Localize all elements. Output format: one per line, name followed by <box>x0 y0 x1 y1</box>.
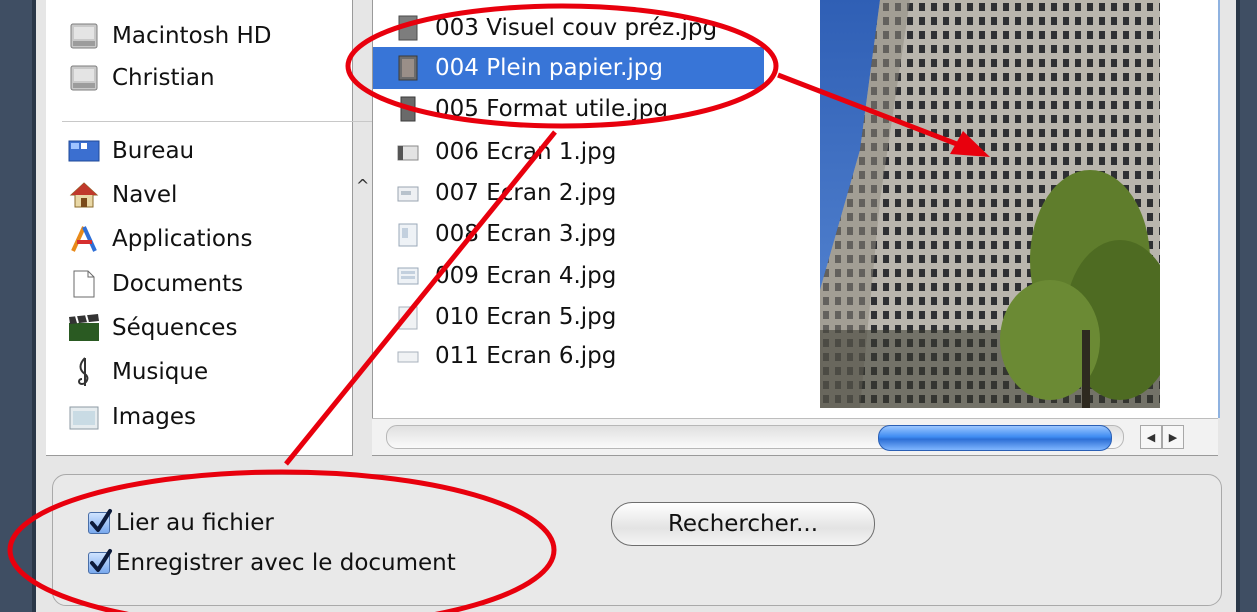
file-name: 005 Format utile.jpg <box>435 96 668 122</box>
window-frame-right-edge <box>1236 0 1240 612</box>
link-to-file-checkbox[interactable] <box>88 509 112 534</box>
sidebar-item-macintosh-hd[interactable]: Macintosh HD <box>66 17 272 55</box>
image-file-icon <box>397 267 419 285</box>
save-with-document-checkbox[interactable] <box>88 549 112 574</box>
sidebar-item-musique[interactable]: Musique <box>66 353 208 391</box>
file-row[interactable]: 011 Ecran 6.jpg <box>373 335 765 377</box>
file-name: 010 Ecran 5.jpg <box>435 304 617 330</box>
file-name: 007 Ecran 2.jpg <box>435 180 617 206</box>
scrollbar-thumb[interactable] <box>878 425 1112 451</box>
sidebar-item-applications[interactable]: Applications <box>66 220 253 258</box>
file-name: 009 Ecran 4.jpg <box>435 263 617 289</box>
hard-drive-icon <box>66 21 102 51</box>
file-list-column: 003 Visuel couv préz.jpg 004 Plein papie… <box>372 0 766 418</box>
image-file-icon <box>398 15 418 41</box>
image-file-icon <box>397 145 419 161</box>
image-file-icon <box>400 96 416 122</box>
image-file-icon <box>398 223 418 247</box>
window-frame-left <box>0 0 36 612</box>
image-file-icon <box>398 306 418 330</box>
file-name: 006 Ecran 1.jpg <box>435 139 617 165</box>
link-to-file-label: Lier au fichier <box>116 510 274 536</box>
image-file-icon <box>397 351 419 363</box>
file-row[interactable]: 006 Ecran 1.jpg <box>373 131 765 173</box>
file-row[interactable]: 010 Ecran 5.jpg <box>373 296 765 338</box>
file-name: 008 Ecran 3.jpg <box>435 221 617 247</box>
sidebar-item-label: Documents <box>112 271 244 297</box>
save-with-document-label: Enregistrer avec le document <box>116 550 456 576</box>
sidebar-item-sequences[interactable]: Séquences <box>66 309 237 347</box>
checkmark-icon <box>90 509 112 532</box>
sidebar-item-label: Christian <box>112 65 215 91</box>
file-row[interactable]: 007 Ecran 2.jpg <box>373 172 765 214</box>
home-icon <box>66 180 102 210</box>
sidebar: Macintosh HD Christian Bureau Navel Appl… <box>46 0 382 456</box>
sidebar-item-images[interactable]: Images <box>66 398 196 436</box>
search-button[interactable]: Rechercher... <box>611 502 875 546</box>
sidebar-item-label: Musique <box>112 359 209 385</box>
sidebar-item-label: Séquences <box>112 315 238 341</box>
file-name: 004 Plein papier.jpg <box>435 55 663 81</box>
save-with-document-option[interactable]: Enregistrer avec le document <box>88 549 456 576</box>
sidebar-item-label: Bureau <box>112 138 195 164</box>
music-icon <box>66 357 102 387</box>
image-file-icon <box>398 55 418 81</box>
scroll-right-arrow-icon[interactable]: ▶ <box>1162 425 1184 449</box>
horizontal-scrollbar[interactable]: ◀ ▶ <box>372 418 1218 456</box>
hard-drive-icon <box>66 63 102 93</box>
preview-column <box>764 0 1220 418</box>
file-name: 011 Ecran 6.jpg <box>435 343 617 369</box>
sidebar-item-christian[interactable]: Christian <box>66 59 215 97</box>
documents-icon <box>66 269 102 299</box>
movies-icon <box>66 313 102 343</box>
applications-icon <box>66 224 102 254</box>
file-row[interactable]: 003 Visuel couv préz.jpg <box>373 7 765 49</box>
file-row[interactable]: 008 Ecran 3.jpg <box>373 213 765 255</box>
scroll-up-caret-icon: ^ <box>356 176 370 195</box>
checkmark-icon <box>90 549 112 572</box>
file-row[interactable]: 009 Ecran 4.jpg <box>373 255 765 297</box>
image-file-icon <box>397 186 419 202</box>
sidebar-item-documents[interactable]: Documents <box>66 265 243 303</box>
desktop-icon <box>66 136 102 166</box>
preview-image <box>820 0 1160 408</box>
scroll-left-arrow-icon[interactable]: ◀ <box>1140 425 1162 449</box>
sidebar-item-label: Images <box>112 404 197 430</box>
sidebar-item-label: Applications <box>112 226 253 252</box>
sidebar-separator <box>62 121 382 122</box>
sidebar-item-label: Macintosh HD <box>112 23 272 49</box>
sidebar-item-bureau[interactable]: Bureau <box>66 132 194 170</box>
file-row-selected[interactable]: 004 Plein papier.jpg <box>373 47 765 89</box>
sidebar-item-label: Navel <box>112 182 178 208</box>
sidebar-item-navel[interactable]: Navel <box>66 176 177 214</box>
link-to-file-option[interactable]: Lier au fichier <box>88 509 274 536</box>
pictures-icon <box>66 402 102 432</box>
file-row[interactable]: 005 Format utile.jpg <box>373 88 765 130</box>
file-name: 003 Visuel couv préz.jpg <box>435 15 718 41</box>
